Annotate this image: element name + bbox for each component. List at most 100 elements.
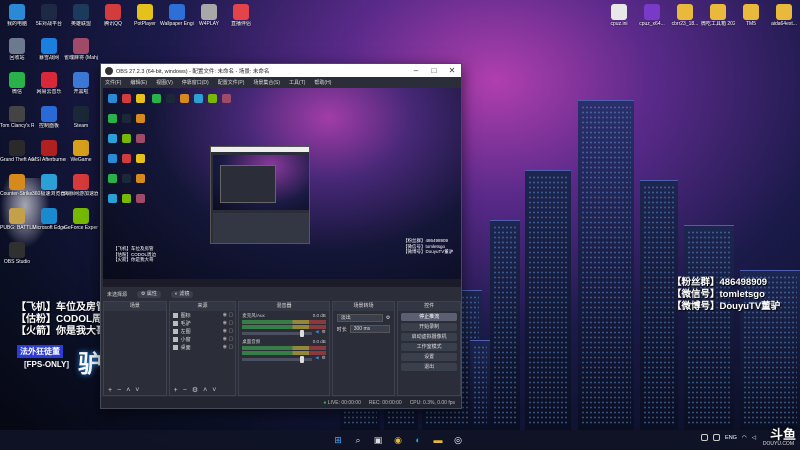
exit-button[interactable]: 退出 bbox=[401, 363, 457, 371]
visibility-eye-icon[interactable]: ◉ ▢ bbox=[223, 336, 235, 342]
duration-input[interactable]: 300 ms bbox=[349, 325, 391, 333]
live-companion-shortcut[interactable]: 直播伴侣 bbox=[224, 4, 258, 27]
control-panel-shortcut[interactable]: 控制面板 bbox=[32, 106, 66, 129]
volume-icon[interactable]: ◁ bbox=[752, 435, 756, 441]
wegame-shortcut[interactable]: WeGame bbox=[64, 140, 98, 163]
source-item[interactable]: 桌面 ◉ ▢ bbox=[170, 343, 236, 351]
wechat-shortcut[interactable]: 微信 bbox=[0, 72, 34, 95]
sources-toolbar: + − ⚙ ˄ ˅ bbox=[169, 385, 236, 395]
source-item[interactable]: 小窗 ◉ ▢ bbox=[170, 335, 236, 343]
wegame-icon bbox=[73, 140, 89, 156]
chrome-icon[interactable]: ◉ bbox=[390, 432, 406, 448]
folder-shortcut[interactable]: aida64ext... bbox=[767, 4, 800, 27]
move-up-icon[interactable]: ˄ bbox=[203, 387, 207, 394]
move-down-icon[interactable]: ˅ bbox=[212, 387, 216, 394]
maximize-icon[interactable]: □ bbox=[425, 66, 443, 75]
lol-shortcut[interactable]: 英雄联盟 bbox=[64, 4, 98, 27]
tray-icon[interactable] bbox=[713, 434, 721, 441]
5e-shortcut[interactable]: 5E对战平台 bbox=[32, 4, 66, 27]
menu-item[interactable]: 文件(F) bbox=[105, 79, 121, 86]
move-down-icon[interactable]: ˅ bbox=[135, 387, 139, 394]
menu-item[interactable]: 工具(T) bbox=[289, 79, 305, 86]
pubg-shortcut[interactable]: PUBG: BATTLEGR... bbox=[0, 208, 34, 231]
start-button-icon[interactable]: ⊞ bbox=[330, 432, 346, 448]
visibility-eye-icon[interactable]: ◉ ▢ bbox=[223, 320, 235, 326]
volume-slider[interactable] bbox=[242, 355, 313, 363]
menu-item[interactable]: 配置文件(P) bbox=[218, 79, 245, 86]
ime-indicator[interactable]: ENG bbox=[725, 435, 737, 441]
obs-titlebar[interactable]: OBS 27.2.3 (64-bit, windows) - 配置文件: 未命名… bbox=[101, 64, 461, 77]
overlay-line: 【粉丝群】486498909 bbox=[672, 277, 768, 288]
folder-shortcut[interactable]: TM5 bbox=[734, 4, 768, 27]
settings-button[interactable]: 设置 bbox=[401, 353, 457, 361]
mixer-settings-icon[interactable]: ⚙ bbox=[322, 329, 326, 335]
folder-shortcut[interactable]: 微吃工具箱 2022.03版 bbox=[701, 4, 735, 27]
rainbow-six-shortcut[interactable]: Tom Clancy's R... bbox=[0, 106, 34, 129]
dolphin-accelerator-shortcut[interactable]: 海豚网游加速器 bbox=[64, 174, 98, 197]
obs-preview[interactable]: 【粉丝群】486498909 【微信号】tomletsgo 【微博号】Douyu… bbox=[103, 88, 461, 287]
remove-source-icon[interactable]: − bbox=[183, 387, 187, 394]
menu-item[interactable]: 场景集合(S) bbox=[253, 79, 280, 86]
speaker-icon[interactable]: ◀ bbox=[315, 355, 318, 361]
menu-item[interactable]: 编辑(E) bbox=[130, 79, 147, 86]
tray-icon[interactable] bbox=[701, 434, 709, 441]
qq-shortcut[interactable]: 腾讯QQ bbox=[96, 4, 130, 27]
source-item[interactable]: 左图 ◉ ▢ bbox=[170, 327, 236, 335]
search-icon[interactable]: ⌕ bbox=[350, 432, 366, 448]
shortcut-label: cpuz.ini bbox=[610, 21, 628, 27]
recycle-bin-shortcut[interactable]: 回收站 bbox=[0, 38, 34, 61]
visibility-eye-icon[interactable]: ◉ ▢ bbox=[223, 328, 235, 334]
computer-shortcut[interactable]: 我的电脑 bbox=[0, 4, 34, 27]
source-settings-icon[interactable]: ⚙ bbox=[192, 386, 198, 394]
obs-shortcut[interactable]: OBS Studio bbox=[0, 242, 34, 265]
obs-window[interactable]: OBS 27.2.3 (64-bit, windows) - 配置文件: 未命名… bbox=[100, 63, 462, 409]
add-scene-icon[interactable]: + bbox=[108, 387, 112, 394]
cpuz-shortcut[interactable]: cpuz_x64... bbox=[635, 4, 669, 27]
visibility-eye-icon[interactable]: ◉ ▢ bbox=[223, 312, 235, 318]
wallpaper-engine-shortcut[interactable]: Wallpaper Engine: ... bbox=[160, 4, 194, 27]
afterburner-shortcut[interactable]: MSI Afterburner bbox=[32, 140, 66, 163]
potplayer-shortcut[interactable]: PotPlayer bbox=[128, 4, 162, 27]
stop-streaming-button[interactable]: 停止推流 bbox=[401, 313, 457, 321]
transition-settings-icon[interactable]: ⚙ bbox=[386, 315, 390, 321]
menu-item[interactable]: 视图(V) bbox=[156, 79, 173, 86]
source-item[interactable]: 毛驴 ◉ ▢ bbox=[170, 319, 236, 327]
mahjong-shortcut[interactable]: 雀魂麻将 (Mahjong... bbox=[64, 38, 98, 61]
w4play-shortcut[interactable]: W4PLAY bbox=[192, 4, 226, 27]
speaker-icon[interactable]: ◀ bbox=[315, 329, 318, 335]
gta-shortcut[interactable]: Grand Theft Auto V bbox=[0, 140, 34, 163]
folder-shortcut[interactable]: cbrr23_18... bbox=[668, 4, 702, 27]
source-item[interactable]: 图标 ◉ ▢ bbox=[170, 311, 236, 319]
volume-slider[interactable] bbox=[242, 329, 313, 337]
filters-button[interactable]: ◐ 滤镜 bbox=[170, 290, 194, 298]
edge-icon[interactable]: ◐ bbox=[410, 432, 426, 448]
start-recording-button[interactable]: 开始录制 bbox=[401, 323, 457, 331]
obs-taskbar-icon[interactable]: ◎ bbox=[450, 432, 466, 448]
properties-button[interactable]: ⚙ 属性 bbox=[137, 290, 161, 298]
visibility-eye-icon[interactable]: ◉ ▢ bbox=[223, 344, 235, 350]
minimize-icon[interactable]: – bbox=[407, 66, 425, 75]
steam-shortcut[interactable]: Steam bbox=[64, 106, 98, 129]
add-source-icon[interactable]: + bbox=[174, 387, 178, 394]
edge-shortcut[interactable]: Microsoft Edge bbox=[32, 208, 66, 231]
wifi-icon[interactable]: ◠ bbox=[742, 435, 747, 441]
360-browser-shortcut[interactable]: 360极速浏览器X bbox=[32, 174, 66, 197]
transition-select[interactable]: 淡出 bbox=[336, 314, 383, 322]
close-icon[interactable]: ✕ bbox=[443, 66, 461, 75]
remove-scene-icon[interactable]: − bbox=[117, 387, 121, 394]
task-view-icon[interactable]: ▣ bbox=[370, 432, 386, 448]
start-virtual-camera-button[interactable]: 启动虚拟摄像机 bbox=[401, 333, 457, 341]
geforce-shortcut[interactable]: GeForce Experience bbox=[64, 208, 98, 231]
menu-item[interactable]: 帮助(H) bbox=[314, 79, 331, 86]
menu-item[interactable]: 停靠窗口(D) bbox=[182, 79, 209, 86]
kaiheila-shortcut[interactable]: 开黑啦 bbox=[64, 72, 98, 95]
csgo-shortcut[interactable]: Counter-Strike: Global Off... bbox=[0, 174, 34, 197]
battlenet-shortcut[interactable]: 暴雪战网 bbox=[32, 38, 66, 61]
netease-music-shortcut[interactable]: 网易云音乐 bbox=[32, 72, 66, 95]
move-up-icon[interactable]: ˄ bbox=[126, 387, 130, 394]
ini-file-shortcut[interactable]: cpuz.ini bbox=[602, 4, 636, 27]
source-name: 小窗 bbox=[180, 336, 191, 343]
file-explorer-icon[interactable]: ▬ bbox=[430, 432, 446, 448]
studio-mode-button[interactable]: 工作室模式 bbox=[401, 343, 457, 351]
mixer-settings-icon[interactable]: ⚙ bbox=[322, 355, 326, 361]
